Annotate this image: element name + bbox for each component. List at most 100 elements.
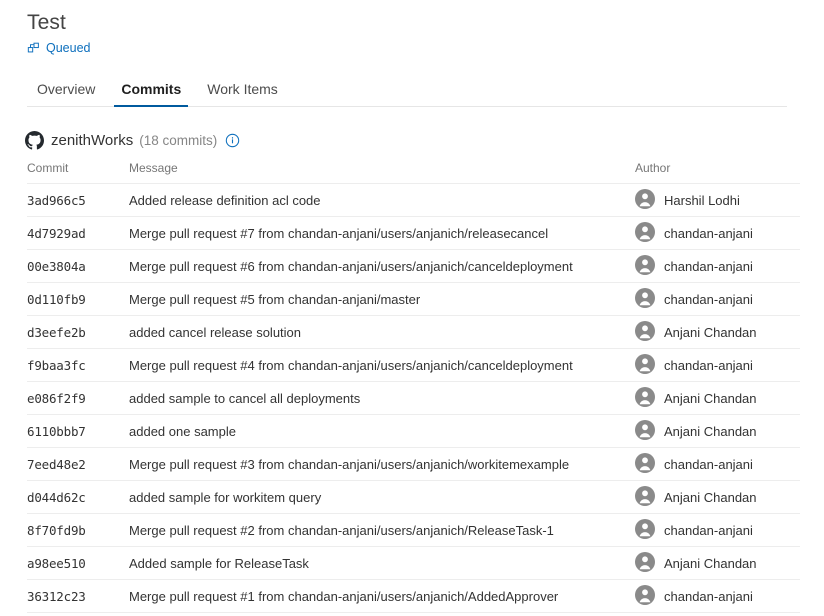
author-name: chandan-anjani <box>664 457 753 472</box>
author-name: Anjani Chandan <box>664 424 757 439</box>
table-row[interactable]: f9baa3fc Merge pull request #4 from chand… <box>27 349 800 382</box>
commit-message-cell: Merge pull request #5 from chandan-anjan… <box>129 283 635 316</box>
table-row[interactable]: 7eed48e2 Merge pull request #3 from chand… <box>27 448 800 481</box>
commit-hash[interactable]: d044d62c <box>27 490 86 505</box>
commits-table: Commit Message Author 3ad966c5 Added rele… <box>27 151 800 613</box>
column-header-commit: Commit <box>27 151 129 184</box>
commit-message: added sample to cancel all deployments <box>129 391 360 406</box>
commit-message: added sample for workitem query <box>129 490 321 505</box>
commit-message-cell: Merge pull request #2 from chandan-anjan… <box>129 514 635 547</box>
column-header-message: Message <box>129 151 635 184</box>
commit-hash-cell: 36312c23 <box>27 580 129 613</box>
commit-hash[interactable]: 7eed48e2 <box>27 457 86 472</box>
github-icon <box>25 131 44 150</box>
author-cell: chandan-anjani <box>635 217 800 249</box>
commit-hash-cell: 6110bbb7 <box>27 415 129 448</box>
commit-message: added one sample <box>129 424 236 439</box>
table-header-row: Commit Message Author <box>27 151 800 184</box>
table-row[interactable]: a98ee510 Added sample for ReleaseTask Anja… <box>27 547 800 580</box>
avatar <box>635 354 664 377</box>
commit-message-cell: Merge pull request #4 from chandan-anjan… <box>129 349 635 382</box>
table-row[interactable]: 8f70fd9b Merge pull request #2 from chand… <box>27 514 800 547</box>
commit-message-cell: Added release definition acl code <box>129 184 635 217</box>
commit-message: Merge pull request #4 from chandan-anjan… <box>129 358 573 373</box>
table-row[interactable]: 4d7929ad Merge pull request #7 from chand… <box>27 217 800 250</box>
commit-hash[interactable]: a98ee510 <box>27 556 86 571</box>
author-name: Anjani Chandan <box>664 556 757 571</box>
author-cell: chandan-anjani <box>635 283 800 315</box>
tab-commits[interactable]: Commits <box>108 81 194 106</box>
repository-name: zenithWorks <box>51 131 133 150</box>
commit-hash-cell: d044d62c <box>27 481 129 514</box>
commit-author-cell: Harshil Lodhi <box>635 184 800 217</box>
repository-header: zenithWorks (18 commits) <box>25 129 824 151</box>
commit-hash[interactable]: 36312c23 <box>27 589 86 604</box>
table-row[interactable]: 36312c23 Merge pull request #1 from chand… <box>27 580 800 613</box>
author-cell: Anjani Chandan <box>635 415 800 447</box>
commit-message: Merge pull request #7 from chandan-anjan… <box>129 226 548 241</box>
commit-message-cell: Merge pull request #1 from chandan-anjan… <box>129 580 635 613</box>
avatar <box>635 585 664 608</box>
status-row: Queued <box>27 39 824 57</box>
author-name: chandan-anjani <box>664 358 753 373</box>
commit-author-cell: chandan-anjani <box>635 250 800 283</box>
table-row[interactable]: d044d62c added sample for workitem query A… <box>27 481 800 514</box>
commit-hash-cell: d3eefe2b <box>27 316 129 349</box>
author-name: chandan-anjani <box>664 589 753 604</box>
table-row[interactable]: 0d110fb9 Merge pull request #5 from chand… <box>27 283 800 316</box>
commit-hash-cell: 0d110fb9 <box>27 283 129 316</box>
author-cell: chandan-anjani <box>635 514 800 546</box>
build-details-page: Test Queued Overview Commits Work Items … <box>0 0 824 616</box>
author-cell: Anjani Chandan <box>635 316 800 348</box>
commit-hash-cell: a98ee510 <box>27 547 129 580</box>
table-row[interactable]: 3ad966c5 Added release definition acl cod… <box>27 184 800 217</box>
info-circle-icon[interactable] <box>225 133 240 148</box>
commit-hash[interactable]: e086f2f9 <box>27 391 86 406</box>
commit-hash[interactable]: 00e3804a <box>27 259 86 274</box>
author-cell: Anjani Chandan <box>635 382 800 414</box>
author-name: Anjani Chandan <box>664 490 757 505</box>
commit-author-cell: Anjani Chandan <box>635 547 800 580</box>
author-name: chandan-anjani <box>664 523 753 538</box>
commit-hash-cell: 4d7929ad <box>27 217 129 250</box>
commit-author-cell: Anjani Chandan <box>635 316 800 349</box>
commit-message: Merge pull request #3 from chandan-anjan… <box>129 457 569 472</box>
avatar <box>635 486 664 509</box>
page-header: Test Queued <box>0 0 824 57</box>
commit-message-cell: added one sample <box>129 415 635 448</box>
author-cell: Anjani Chandan <box>635 547 800 579</box>
table-row[interactable]: 00e3804a Merge pull request #6 from chand… <box>27 250 800 283</box>
author-name: Harshil Lodhi <box>664 193 740 208</box>
commit-message: added cancel release solution <box>129 325 301 340</box>
author-cell: Harshil Lodhi <box>635 184 800 216</box>
tab-overview[interactable]: Overview <box>24 81 108 106</box>
table-row[interactable]: 6110bbb7 added one sample Anjani Chandan <box>27 415 800 448</box>
avatar <box>635 519 664 542</box>
avatar <box>635 189 664 212</box>
commit-message: Merge pull request #6 from chandan-anjan… <box>129 259 573 274</box>
commit-hash[interactable]: 8f70fd9b <box>27 523 86 538</box>
page-title: Test <box>27 10 824 36</box>
tab-work-items[interactable]: Work Items <box>194 81 291 106</box>
commit-message: Added sample for ReleaseTask <box>129 556 309 571</box>
commit-author-cell: chandan-anjani <box>635 514 800 547</box>
commit-hash[interactable]: d3eefe2b <box>27 325 86 340</box>
author-cell: chandan-anjani <box>635 349 800 381</box>
table-row[interactable]: e086f2f9 added sample to cancel all deplo… <box>27 382 800 415</box>
table-row[interactable]: d3eefe2b added cancel release solution Anj… <box>27 316 800 349</box>
author-name: chandan-anjani <box>664 292 753 307</box>
commit-hash[interactable]: 6110bbb7 <box>27 424 86 439</box>
branch-icon <box>27 41 41 55</box>
status-link[interactable]: Queued <box>46 40 90 56</box>
avatar <box>635 288 664 311</box>
author-cell: chandan-anjani <box>635 580 800 612</box>
avatar <box>635 387 664 410</box>
commit-hash-cell: e086f2f9 <box>27 382 129 415</box>
commit-message-cell: added cancel release solution <box>129 316 635 349</box>
commit-hash[interactable]: 4d7929ad <box>27 226 86 241</box>
commit-author-cell: chandan-anjani <box>635 283 800 316</box>
commit-hash[interactable]: 3ad966c5 <box>27 193 86 208</box>
commit-hash[interactable]: f9baa3fc <box>27 358 86 373</box>
commit-message-cell: added sample for workitem query <box>129 481 635 514</box>
commit-hash[interactable]: 0d110fb9 <box>27 292 86 307</box>
